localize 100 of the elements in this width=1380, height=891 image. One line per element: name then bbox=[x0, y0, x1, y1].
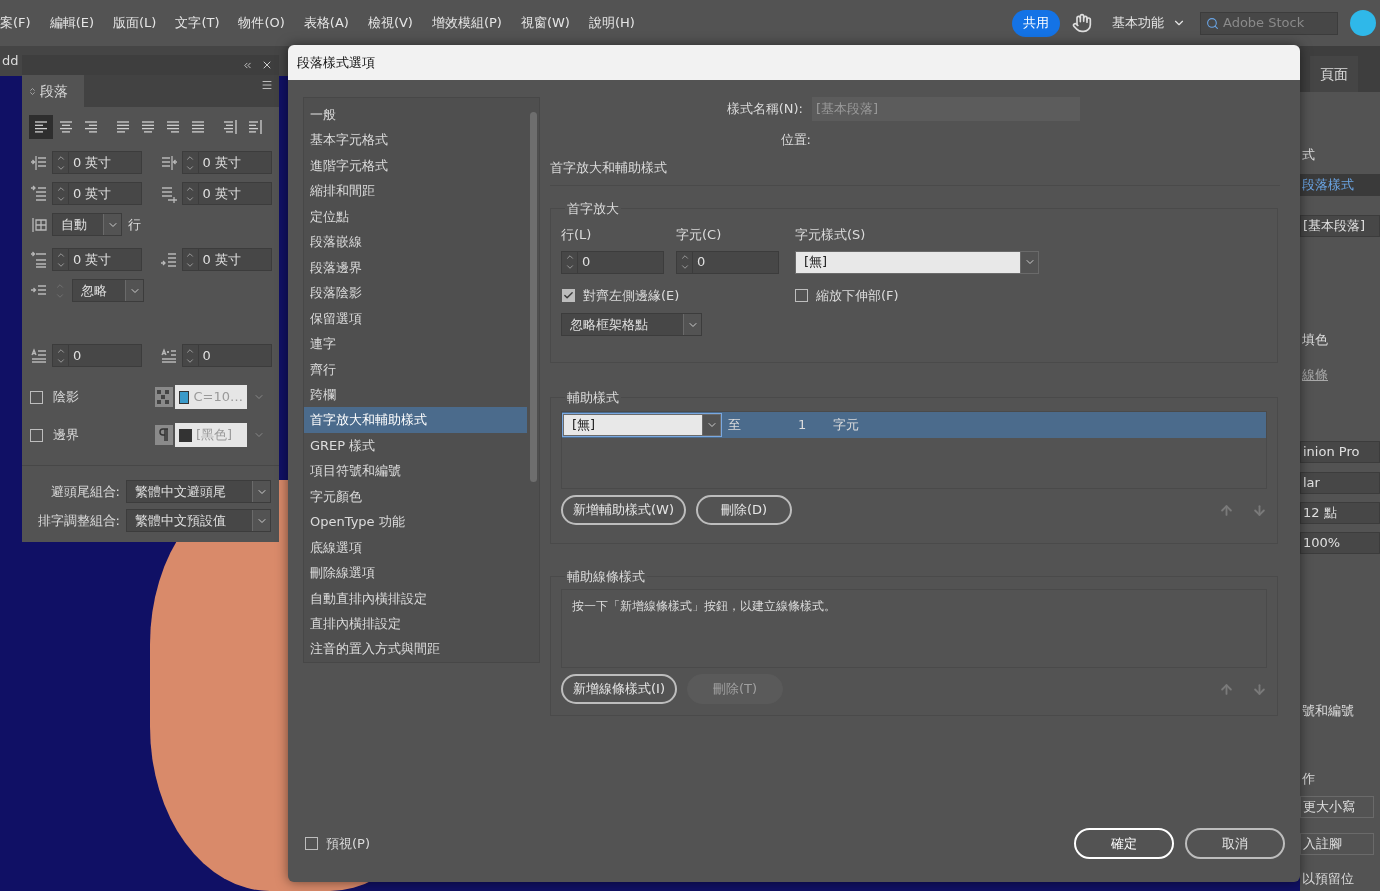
menu-item[interactable]: 編輯(E) bbox=[49, 13, 94, 33]
dropdown[interactable]: 忽略框架格點 bbox=[561, 313, 702, 336]
dialog-button[interactable]: 刪除(D) bbox=[696, 495, 792, 525]
menu-item[interactable]: 版面(L) bbox=[113, 13, 157, 33]
dropdown[interactable]: 忽略 bbox=[72, 279, 144, 302]
search-field[interactable]: Adobe Stock bbox=[1200, 11, 1338, 35]
dropdown[interactable]: [無] bbox=[795, 250, 1039, 274]
category-item[interactable]: 刪除線選項 bbox=[304, 560, 527, 586]
up-icon[interactable] bbox=[679, 252, 690, 262]
category-item[interactable]: 段落嵌線 bbox=[304, 229, 527, 255]
field-value: 0 英寸 bbox=[72, 184, 112, 203]
workspace-menu[interactable]: 基本功能 bbox=[1112, 13, 1164, 33]
dropdown[interactable]: 繁體中文避頭尾 bbox=[126, 480, 271, 503]
menu-item[interactable]: 文字(T) bbox=[175, 13, 220, 33]
dropdown[interactable]: 繁體中文預設值 bbox=[126, 509, 271, 532]
swatch-grid-icon[interactable] bbox=[155, 387, 173, 407]
panel-field[interactable]: inion Pro bbox=[1300, 441, 1380, 463]
checkbox[interactable] bbox=[562, 288, 575, 302]
category-item[interactable]: 跨欄 bbox=[304, 382, 527, 408]
category-item[interactable]: 底線選項 bbox=[304, 534, 527, 561]
category-item[interactable]: GREP 樣式 bbox=[304, 432, 527, 459]
close-icon[interactable] bbox=[261, 59, 273, 71]
align-icon bbox=[221, 119, 239, 135]
category-item[interactable]: 進階字元格式 bbox=[304, 152, 527, 179]
spinner-field[interactable]: 0 bbox=[676, 250, 779, 274]
category-item[interactable]: OpenType 功能 bbox=[304, 509, 527, 535]
cancel-button[interactable]: 取消 bbox=[1185, 828, 1285, 859]
search-input[interactable]: Adobe Stock bbox=[1223, 13, 1323, 33]
category-item[interactable]: 項目符號和編號 bbox=[304, 458, 527, 484]
align-button[interactable] bbox=[29, 115, 53, 139]
user-avatar[interactable] bbox=[1350, 10, 1376, 36]
move-down-icon[interactable] bbox=[1252, 681, 1267, 697]
down-icon[interactable] bbox=[564, 262, 575, 272]
checkbox[interactable] bbox=[30, 390, 43, 404]
dialog-title: 段落樣式選項 bbox=[297, 53, 375, 72]
menu-item[interactable]: 視窗(W) bbox=[520, 13, 570, 33]
category-item[interactable]: 連字 bbox=[304, 331, 527, 357]
category-item[interactable]: 定位點 bbox=[304, 203, 527, 230]
document-tab[interactable]: dd bbox=[0, 51, 19, 71]
panel-label[interactable]: 線條 bbox=[1300, 366, 1380, 383]
dialog-button[interactable]: 新增線條樣式(I) bbox=[561, 674, 677, 704]
spinner-field[interactable]: 0 英寸 bbox=[52, 151, 142, 174]
align-icon bbox=[32, 119, 50, 135]
menu-item[interactable]: 檢視(V) bbox=[367, 13, 413, 33]
menu-item[interactable]: 增效模組(P) bbox=[431, 13, 502, 33]
category-item[interactable]: 一般 bbox=[304, 102, 527, 128]
panel-field[interactable]: lar bbox=[1300, 472, 1380, 494]
spinner-field[interactable]: 0 bbox=[181, 344, 272, 367]
panel-button[interactable]: 更大小寫 bbox=[1300, 796, 1374, 818]
field-value: 0 bbox=[72, 346, 82, 365]
move-down-icon[interactable] bbox=[1252, 502, 1267, 518]
panel-field[interactable]: 12 點 bbox=[1300, 502, 1380, 524]
menu-item[interactable]: 物件(O) bbox=[238, 13, 285, 33]
down-icon[interactable] bbox=[679, 262, 690, 272]
category-item[interactable]: 縮排和間距 bbox=[304, 178, 527, 204]
section-title: 首字放大和輔助樣式 bbox=[550, 157, 1280, 186]
dialog-button[interactable]: 新增輔助樣式(W) bbox=[561, 495, 686, 525]
checkbox[interactable] bbox=[795, 288, 808, 302]
category-item[interactable]: 基本字元格式 bbox=[304, 127, 527, 153]
dropdown[interactable]: 自動 bbox=[52, 213, 122, 236]
spinner-field[interactable]: 0 英寸 bbox=[52, 182, 142, 205]
category-item[interactable]: 字元顏色 bbox=[304, 483, 527, 510]
spinner-field[interactable]: 0 英寸 bbox=[52, 248, 142, 271]
menu-icon[interactable] bbox=[261, 79, 273, 91]
panel-tab[interactable]: 段落 bbox=[22, 75, 84, 107]
swatch-name: [黑色] bbox=[196, 426, 233, 445]
checkbox[interactable] bbox=[305, 837, 318, 850]
move-up-icon[interactable] bbox=[1219, 681, 1234, 697]
category-item[interactable]: 段落陰影 bbox=[304, 280, 527, 306]
spinner-field[interactable]: 0 英寸 bbox=[181, 182, 272, 205]
panel-field[interactable]: [基本段落] bbox=[1300, 215, 1380, 237]
category-item[interactable]: 注音的置入方式與間距 bbox=[304, 636, 527, 662]
field-value: 0 英寸 bbox=[72, 153, 112, 172]
panel-field[interactable]: 100% bbox=[1300, 532, 1380, 554]
category-item[interactable]: 自動直排內橫排設定 bbox=[304, 585, 527, 612]
nested-style-row[interactable]: [無] 至 1 字元 bbox=[562, 412, 1266, 438]
hand-icon[interactable] bbox=[1072, 13, 1092, 33]
spinner-field[interactable]: 0 英寸 bbox=[181, 151, 272, 174]
up-icon[interactable] bbox=[564, 252, 575, 262]
menu-item[interactable]: 說明(H) bbox=[588, 13, 635, 33]
dropdown[interactable]: [無] bbox=[563, 414, 721, 436]
paragraph-mark-icon[interactable] bbox=[155, 425, 173, 445]
category-item[interactable]: 首字放大和輔助樣式 bbox=[304, 407, 527, 433]
category-item[interactable]: 直排內橫排設定 bbox=[304, 611, 527, 637]
category-item[interactable]: 保留選項 bbox=[304, 305, 527, 332]
panel-tab[interactable]: 頁面 bbox=[1310, 56, 1358, 92]
spinner-field[interactable]: 0 bbox=[561, 250, 664, 274]
category-item[interactable]: 齊行 bbox=[304, 356, 527, 382]
spinner-field[interactable]: 0 英寸 bbox=[181, 248, 272, 271]
ok-button[interactable]: 確定 bbox=[1074, 828, 1174, 859]
spinner-field[interactable]: 0 bbox=[52, 344, 142, 367]
menu-item[interactable]: 案(F) bbox=[0, 13, 31, 33]
menu-item[interactable]: 表格(A) bbox=[303, 13, 349, 33]
share-button[interactable]: 共用 bbox=[1012, 9, 1060, 37]
panel-button[interactable]: 入註腳 bbox=[1300, 833, 1374, 855]
checkbox[interactable] bbox=[30, 428, 43, 442]
panel-label[interactable]: 段落樣式 bbox=[1300, 174, 1380, 196]
move-up-icon[interactable] bbox=[1219, 502, 1234, 518]
field-value: 0 bbox=[696, 253, 706, 272]
category-item[interactable]: 段落邊界 bbox=[304, 254, 527, 281]
